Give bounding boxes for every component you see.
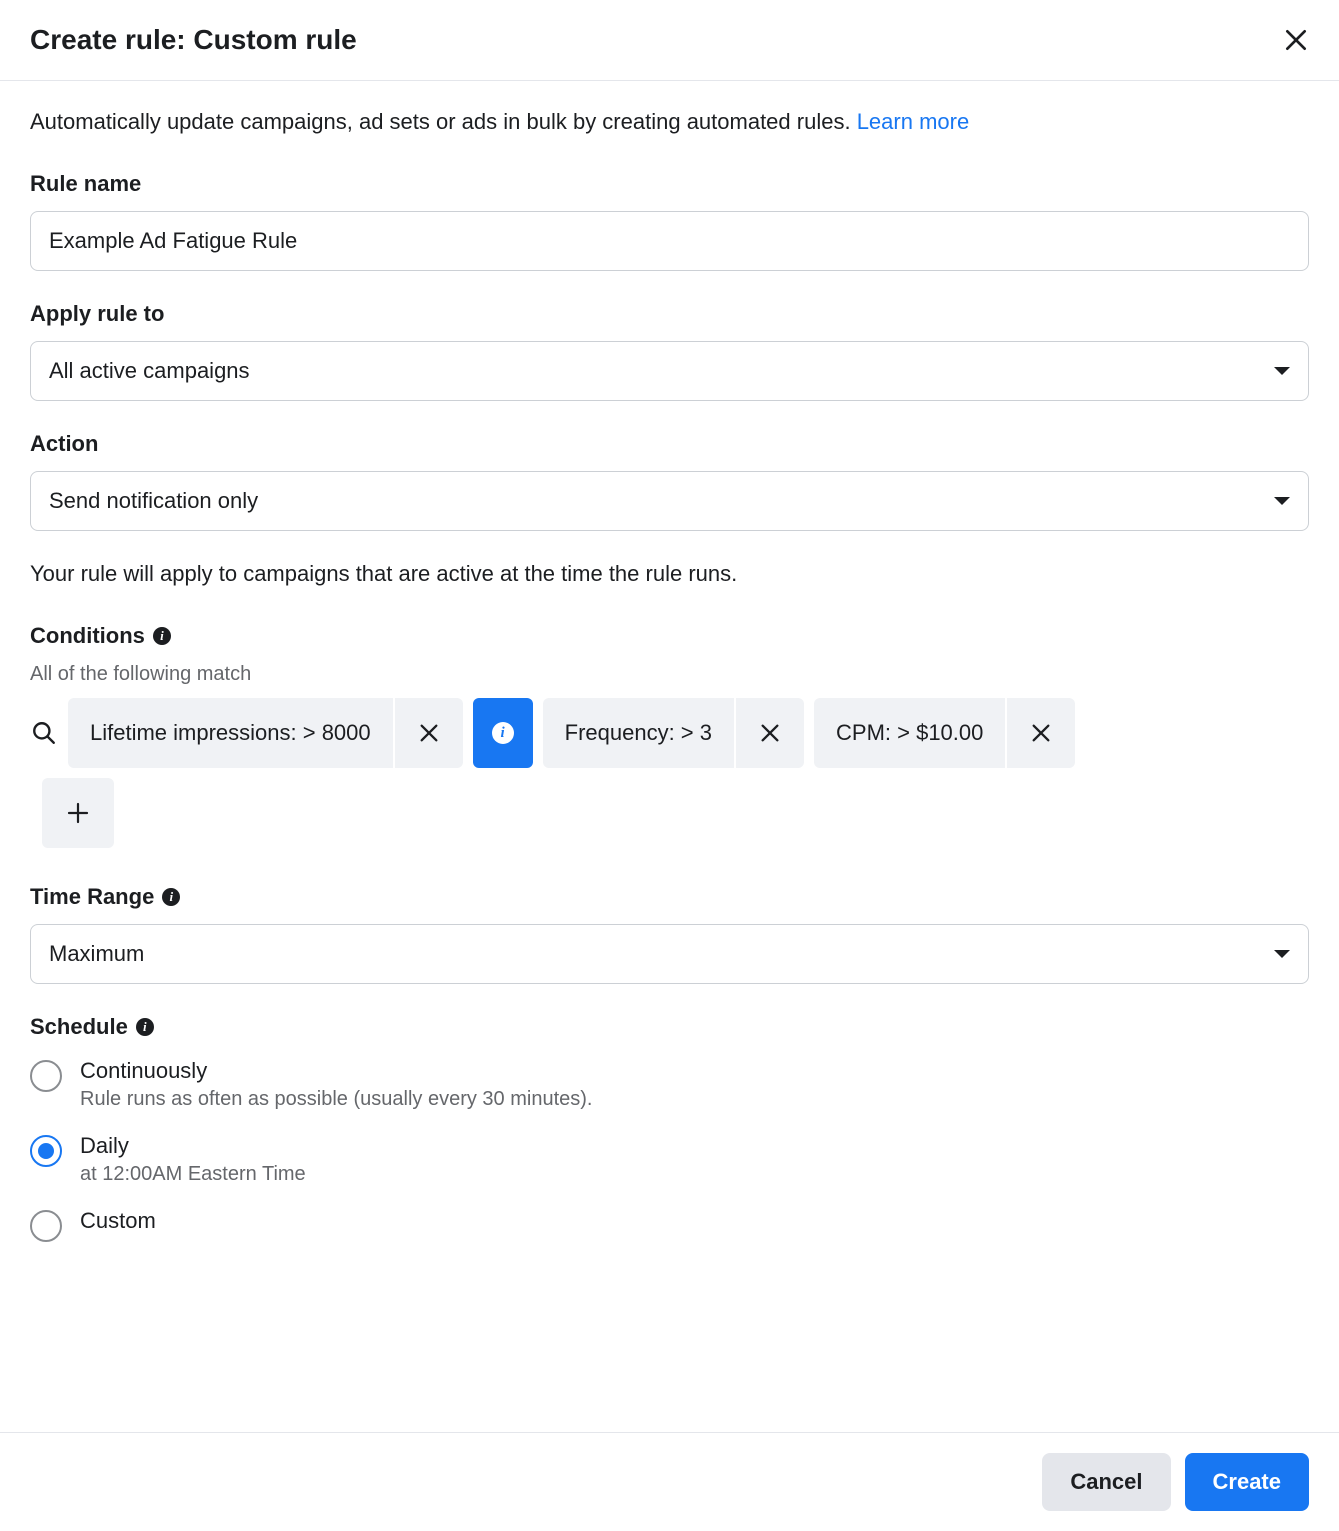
condition-chip-text: CPM: > $10.00 xyxy=(814,720,1005,746)
caret-down-icon xyxy=(1274,497,1290,505)
time-range-select[interactable]: Maximum xyxy=(30,924,1309,984)
condition-chip[interactable]: Frequency: > 3 xyxy=(543,698,804,768)
condition-info-button[interactable]: i xyxy=(473,698,533,768)
radio-button[interactable] xyxy=(30,1060,62,1092)
schedule-options: Continuously Rule runs as often as possi… xyxy=(30,1058,1309,1242)
conditions-label-text: Conditions xyxy=(30,623,145,649)
conditions-subtext: All of the following match xyxy=(30,663,1309,686)
cancel-button[interactable]: Cancel xyxy=(1042,1453,1170,1511)
apply-rule-to-label: Apply rule to xyxy=(30,301,1309,327)
dialog-header: Create rule: Custom rule xyxy=(0,0,1339,81)
search-icon[interactable] xyxy=(30,720,58,746)
close-icon xyxy=(759,722,781,744)
radio-label: Daily xyxy=(80,1133,306,1159)
schedule-option-daily[interactable]: Daily at 12:00AM Eastern Time xyxy=(30,1133,1309,1186)
time-range-value: Maximum xyxy=(49,941,144,967)
info-icon[interactable]: i xyxy=(136,1018,154,1036)
learn-more-link[interactable]: Learn more xyxy=(857,109,970,134)
radio-label: Continuously xyxy=(80,1058,592,1084)
description: Automatically update campaigns, ad sets … xyxy=(30,109,1309,135)
action-select[interactable]: Send notification only xyxy=(30,471,1309,531)
condition-remove-button[interactable] xyxy=(1005,698,1075,768)
radio-sublabel: at 12:00AM Eastern Time xyxy=(80,1163,306,1186)
action-value: Send notification only xyxy=(49,488,258,514)
info-icon: i xyxy=(492,722,514,744)
conditions-label: Conditions i xyxy=(30,623,1309,649)
add-condition-button[interactable] xyxy=(42,778,114,848)
condition-chip[interactable]: CPM: > $10.00 xyxy=(814,698,1075,768)
condition-chip-text: Lifetime impressions: > 8000 xyxy=(68,720,393,746)
rule-name-label: Rule name xyxy=(30,171,1309,197)
schedule-option-continuously[interactable]: Continuously Rule runs as often as possi… xyxy=(30,1058,1309,1111)
condition-chip-text: Frequency: > 3 xyxy=(543,720,734,746)
apply-rule-to-select[interactable]: All active campaigns xyxy=(30,341,1309,401)
description-text: Automatically update campaigns, ad sets … xyxy=(30,109,857,134)
condition-remove-button[interactable] xyxy=(393,698,463,768)
dialog-content: Automatically update campaigns, ad sets … xyxy=(0,81,1339,1362)
dialog-title: Create rule: Custom rule xyxy=(30,24,357,56)
schedule-label-text: Schedule xyxy=(30,1014,128,1040)
radio-label: Custom xyxy=(80,1208,156,1234)
close-button[interactable] xyxy=(1283,27,1309,53)
rule-name-input[interactable] xyxy=(30,211,1309,271)
plus-icon xyxy=(66,801,90,825)
schedule-option-custom[interactable]: Custom xyxy=(30,1208,1309,1242)
condition-remove-button[interactable] xyxy=(734,698,804,768)
dialog-footer: Cancel Create xyxy=(0,1432,1339,1531)
rule-note: Your rule will apply to campaigns that a… xyxy=(30,561,1309,587)
radio-button[interactable] xyxy=(30,1135,62,1167)
radio-button[interactable] xyxy=(30,1210,62,1242)
close-icon xyxy=(418,722,440,744)
time-range-label: Time Range i xyxy=(30,884,1309,910)
close-icon xyxy=(1030,722,1052,744)
apply-rule-to-value: All active campaigns xyxy=(49,358,250,384)
conditions-row: Lifetime impressions: > 8000 i Frequency… xyxy=(30,698,1309,768)
radio-checked-icon xyxy=(38,1143,54,1159)
info-icon[interactable]: i xyxy=(153,627,171,645)
info-icon[interactable]: i xyxy=(162,888,180,906)
caret-down-icon xyxy=(1274,367,1290,375)
radio-sublabel: Rule runs as often as possible (usually … xyxy=(80,1088,592,1111)
caret-down-icon xyxy=(1274,950,1290,958)
action-label: Action xyxy=(30,431,1309,457)
time-range-label-text: Time Range xyxy=(30,884,154,910)
close-icon xyxy=(1283,27,1309,53)
condition-chip[interactable]: Lifetime impressions: > 8000 xyxy=(68,698,463,768)
schedule-label: Schedule i xyxy=(30,1014,1309,1040)
create-button[interactable]: Create xyxy=(1185,1453,1309,1511)
